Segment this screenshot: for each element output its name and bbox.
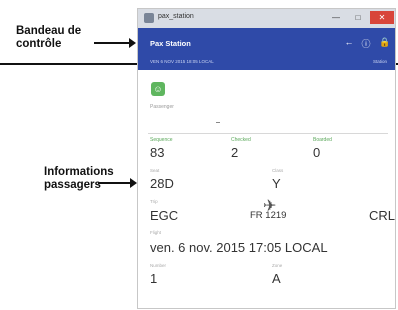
control-banner: Pax Station ← ⓘ 🔒 VEN 6 NOV 2015 18:05 L… <box>138 28 395 70</box>
number-value: 1 <box>150 271 158 286</box>
number-label: Number <box>150 263 167 268</box>
minimize-button[interactable]: — <box>326 11 346 24</box>
seat-value: 28D <box>150 176 174 191</box>
sequence-label: Sequence <box>150 137 173 143</box>
window-titlebar: pax_station — □ ✕ <box>138 9 395 28</box>
class-label: Class <box>272 168 284 173</box>
section-divider <box>148 133 388 134</box>
boarded-value: 0 <box>313 145 321 160</box>
plane-icon: ✈ <box>263 198 277 215</box>
flight-datetime: ven. 6 nov. 2015 17:05 LOCAL <box>150 240 328 255</box>
maximize-button[interactable]: □ <box>348 11 368 24</box>
destination-airport: CRL <box>369 208 396 223</box>
class-value: Y <box>272 176 281 191</box>
zone-value: A <box>272 271 281 286</box>
passenger-icon[interactable]: ☺ <box>151 82 165 96</box>
seat-label: Seat <box>150 168 160 173</box>
annotation-passenger-info: Informations passagers <box>44 166 114 192</box>
window-title: pax_station <box>158 13 194 20</box>
status-right-text: Station <box>372 59 387 64</box>
status-text: VEN 6 NOV 2015 18:05 LOCAL <box>150 59 214 64</box>
checked-value: 2 <box>231 145 239 160</box>
passenger-info-panel: ☺ Passenger Sequence 83 Checked 2 Boarde… <box>138 70 395 310</box>
passenger-label: Passenger <box>150 104 174 110</box>
annotation-control-banner: Bandeau de contrôle <box>16 25 82 51</box>
annotation-arrow-banner <box>94 38 136 48</box>
close-button[interactable]: ✕ <box>370 11 394 24</box>
annotation-arrow-passenger <box>98 178 137 188</box>
app-title: Pax Station <box>150 39 191 48</box>
zone-label: Zone <box>272 263 283 268</box>
app-window: pax_station — □ ✕ Pax Station ← ⓘ 🔒 VEN … <box>137 8 396 309</box>
sequence-value: 83 <box>150 145 165 160</box>
passenger-input-line <box>216 122 220 123</box>
app-icon <box>144 13 154 23</box>
checked-label: Checked <box>231 137 251 143</box>
trip-label: Trip <box>150 199 158 204</box>
boarded-label: Boarded <box>313 137 332 143</box>
lock-icon[interactable]: 🔒 <box>379 37 391 48</box>
info-icon[interactable]: ⓘ <box>360 37 372 50</box>
origin-airport: EGC <box>150 208 179 223</box>
back-arrow-icon[interactable]: ← <box>343 37 355 47</box>
datetime-label: Flight <box>150 230 162 235</box>
